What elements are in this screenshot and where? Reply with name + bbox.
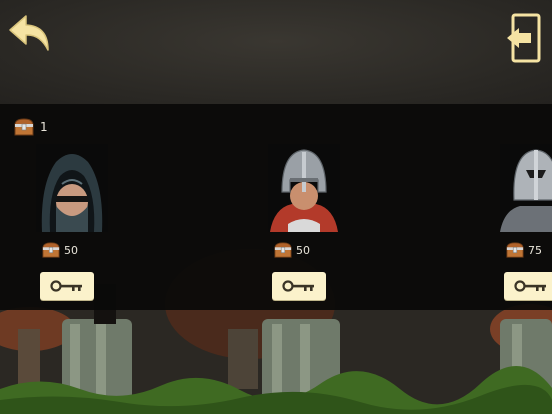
game-screen: 1 50 50 75 [0, 0, 552, 414]
character-card-2[interactable]: 50 [258, 144, 348, 304]
treasure-chest-icon [42, 242, 60, 258]
price-tag: 75 [506, 241, 542, 259]
back-button[interactable] [8, 12, 52, 56]
price-tag: 50 [274, 241, 310, 259]
treasure-chest-icon [506, 242, 524, 258]
top-bar [0, 0, 552, 104]
character-card-1[interactable]: 50 [26, 144, 116, 304]
unlock-button[interactable] [40, 272, 94, 300]
exit-door-icon [507, 13, 541, 63]
character-portrait [500, 144, 552, 232]
price-value: 50 [64, 243, 78, 257]
owned-currency: 1 [14, 116, 48, 138]
character-portrait [268, 144, 340, 232]
hooded-assassin-portrait [36, 144, 108, 232]
key-icon [514, 280, 546, 292]
treasure-chest-icon [274, 242, 292, 258]
price-tag: 50 [42, 241, 78, 259]
price-value: 75 [528, 243, 542, 257]
back-arrow-icon [9, 15, 49, 51]
treasure-chest-icon [14, 118, 34, 136]
owned-count: 1 [40, 120, 48, 134]
character-portrait [36, 144, 108, 232]
character-card-3[interactable]: 75 [490, 144, 552, 304]
armored-knight-portrait [500, 144, 552, 232]
key-icon [282, 280, 314, 292]
unlock-button[interactable] [272, 272, 326, 300]
unlock-button[interactable] [504, 272, 552, 300]
red-helmet-knight-portrait [268, 144, 340, 232]
exit-button[interactable] [504, 12, 542, 64]
price-value: 50 [296, 243, 310, 257]
key-icon [50, 280, 82, 292]
